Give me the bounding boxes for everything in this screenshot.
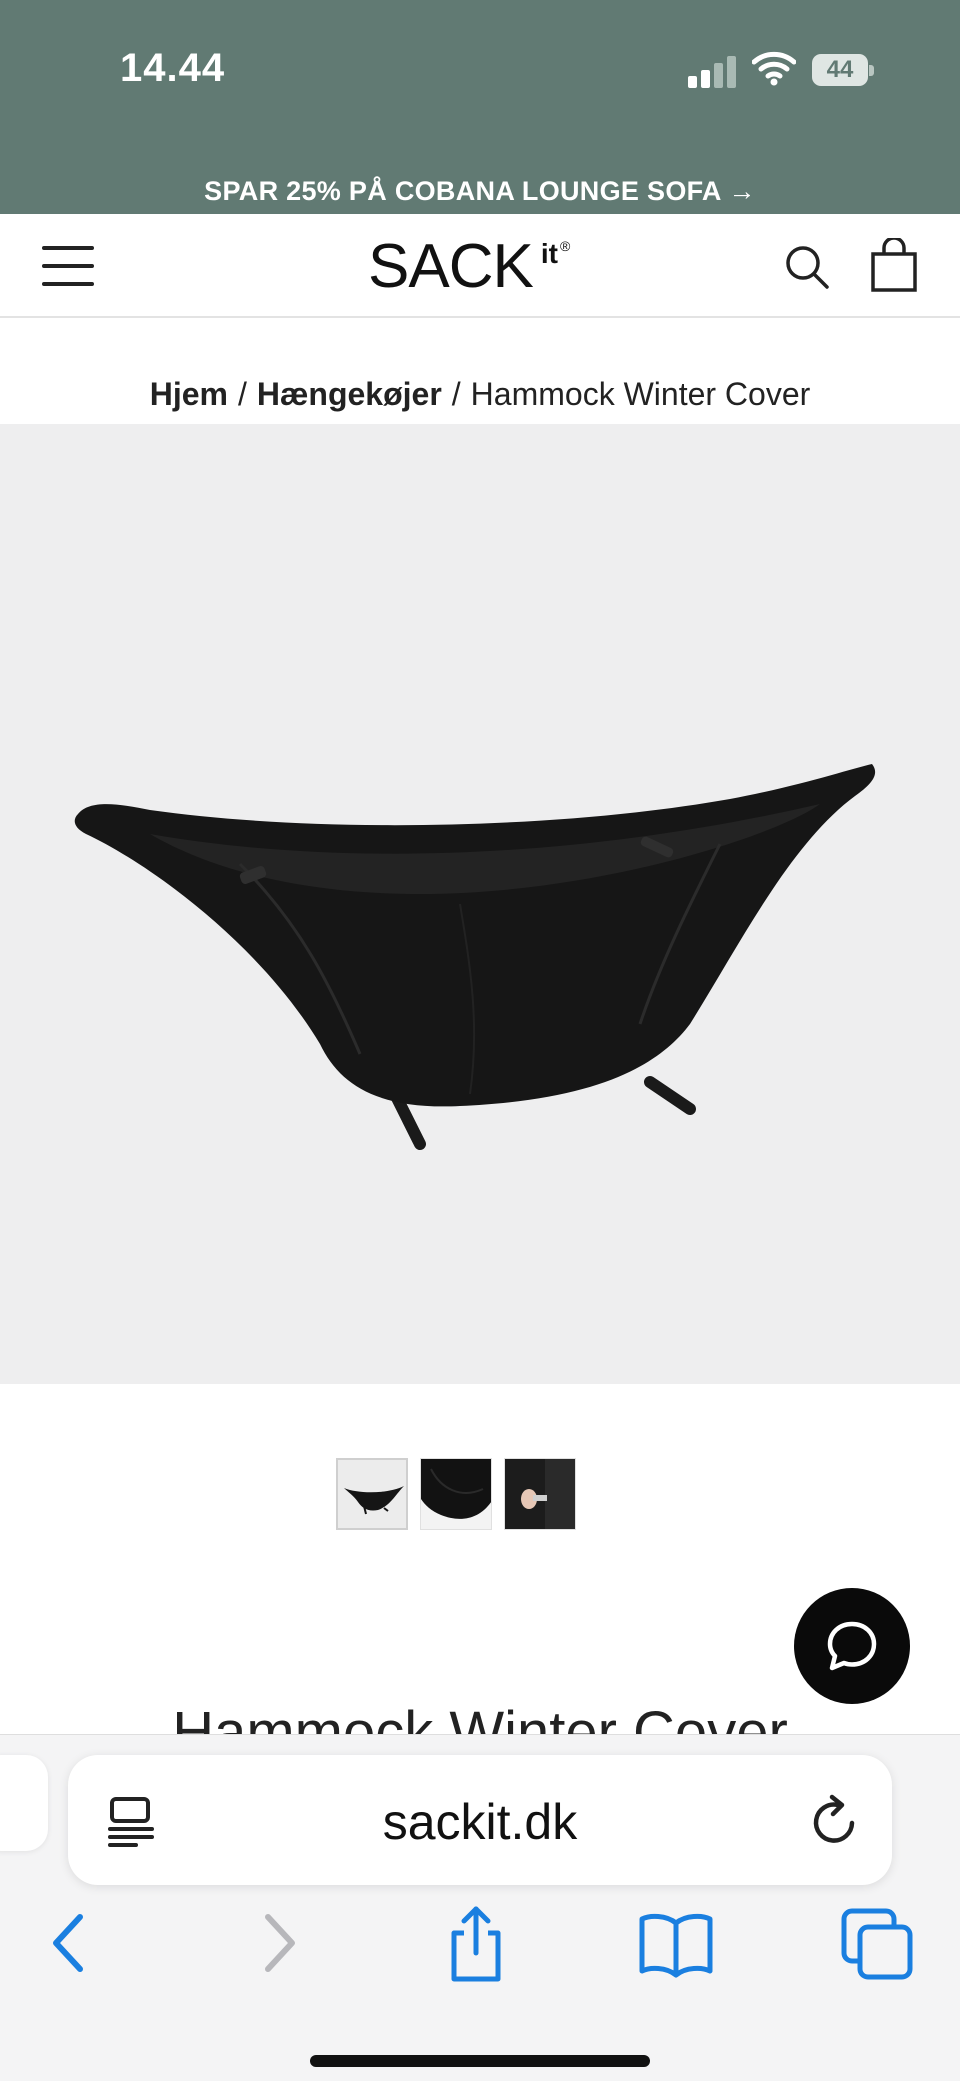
cover-closeup-thumbnail-icon [421, 1459, 491, 1529]
shopping-bag-icon[interactable] [870, 236, 918, 292]
site-header: SACK it ® [0, 214, 960, 318]
reload-icon[interactable] [808, 1793, 862, 1854]
cover-strap-thumbnail-icon [505, 1459, 575, 1529]
product-title: Hammock Winter Cover [172, 1700, 788, 1734]
product-image[interactable] [0, 424, 960, 1384]
chat-button[interactable] [794, 1588, 910, 1704]
promo-banner-link[interactable]: SPAR 25% PÅ COBANA LOUNGE SOFA → [0, 176, 960, 207]
breadcrumb-home-link[interactable]: Hjem [150, 376, 228, 412]
battery-icon: 44 [812, 54, 874, 86]
thumbnail-3[interactable] [504, 1458, 576, 1530]
chat-bubble-icon [827, 1621, 877, 1671]
breadcrumb-current: Hammock Winter Cover [470, 376, 811, 412]
status-time: 14.44 [120, 46, 226, 90]
browser-bottom-bar: sackit.dk [0, 1734, 960, 2081]
address-bar[interactable]: sackit.dk [68, 1755, 892, 1885]
logo-suffix: it [540, 238, 558, 269]
previous-tab-card[interactable] [0, 1755, 48, 1851]
search-icon[interactable] [784, 244, 830, 290]
logo-text: SACK [368, 232, 534, 301]
logo-registered-mark: ® [559, 238, 571, 254]
share-icon[interactable] [436, 1903, 516, 1983]
breadcrumb: Hjem / Hængekøjer / Hammock Winter Cover [0, 376, 960, 413]
breadcrumb-separator: / [451, 376, 461, 412]
breadcrumb-separator: / [237, 376, 247, 412]
thumbnail-strip [336, 1458, 576, 1530]
hammock-cover-thumbnail-icon [338, 1460, 406, 1528]
thumbnail-2[interactable] [420, 1458, 492, 1530]
breadcrumb-category-link[interactable]: Hængekøjer [257, 376, 442, 412]
tabs-icon[interactable] [838, 1903, 918, 1983]
cellular-signal-icon [688, 56, 738, 88]
site-logo[interactable]: SACK it ® [368, 234, 570, 300]
browser-toolbar [0, 1903, 960, 1983]
home-indicator [310, 2055, 650, 2067]
menu-button[interactable] [42, 246, 94, 286]
forward-arrow-icon[interactable] [238, 1903, 318, 1983]
thumbnail-1[interactable] [336, 1458, 408, 1530]
battery-level: 44 [826, 56, 854, 83]
url-text[interactable]: sackit.dk [68, 1793, 892, 1851]
back-arrow-icon[interactable] [30, 1903, 110, 1983]
top-banner: 14.44 44 SPAR 25% PÅ COBANA LOUNGE SOFA … [0, 0, 960, 214]
wifi-icon [751, 50, 797, 86]
bookmarks-icon[interactable] [636, 1903, 716, 1983]
